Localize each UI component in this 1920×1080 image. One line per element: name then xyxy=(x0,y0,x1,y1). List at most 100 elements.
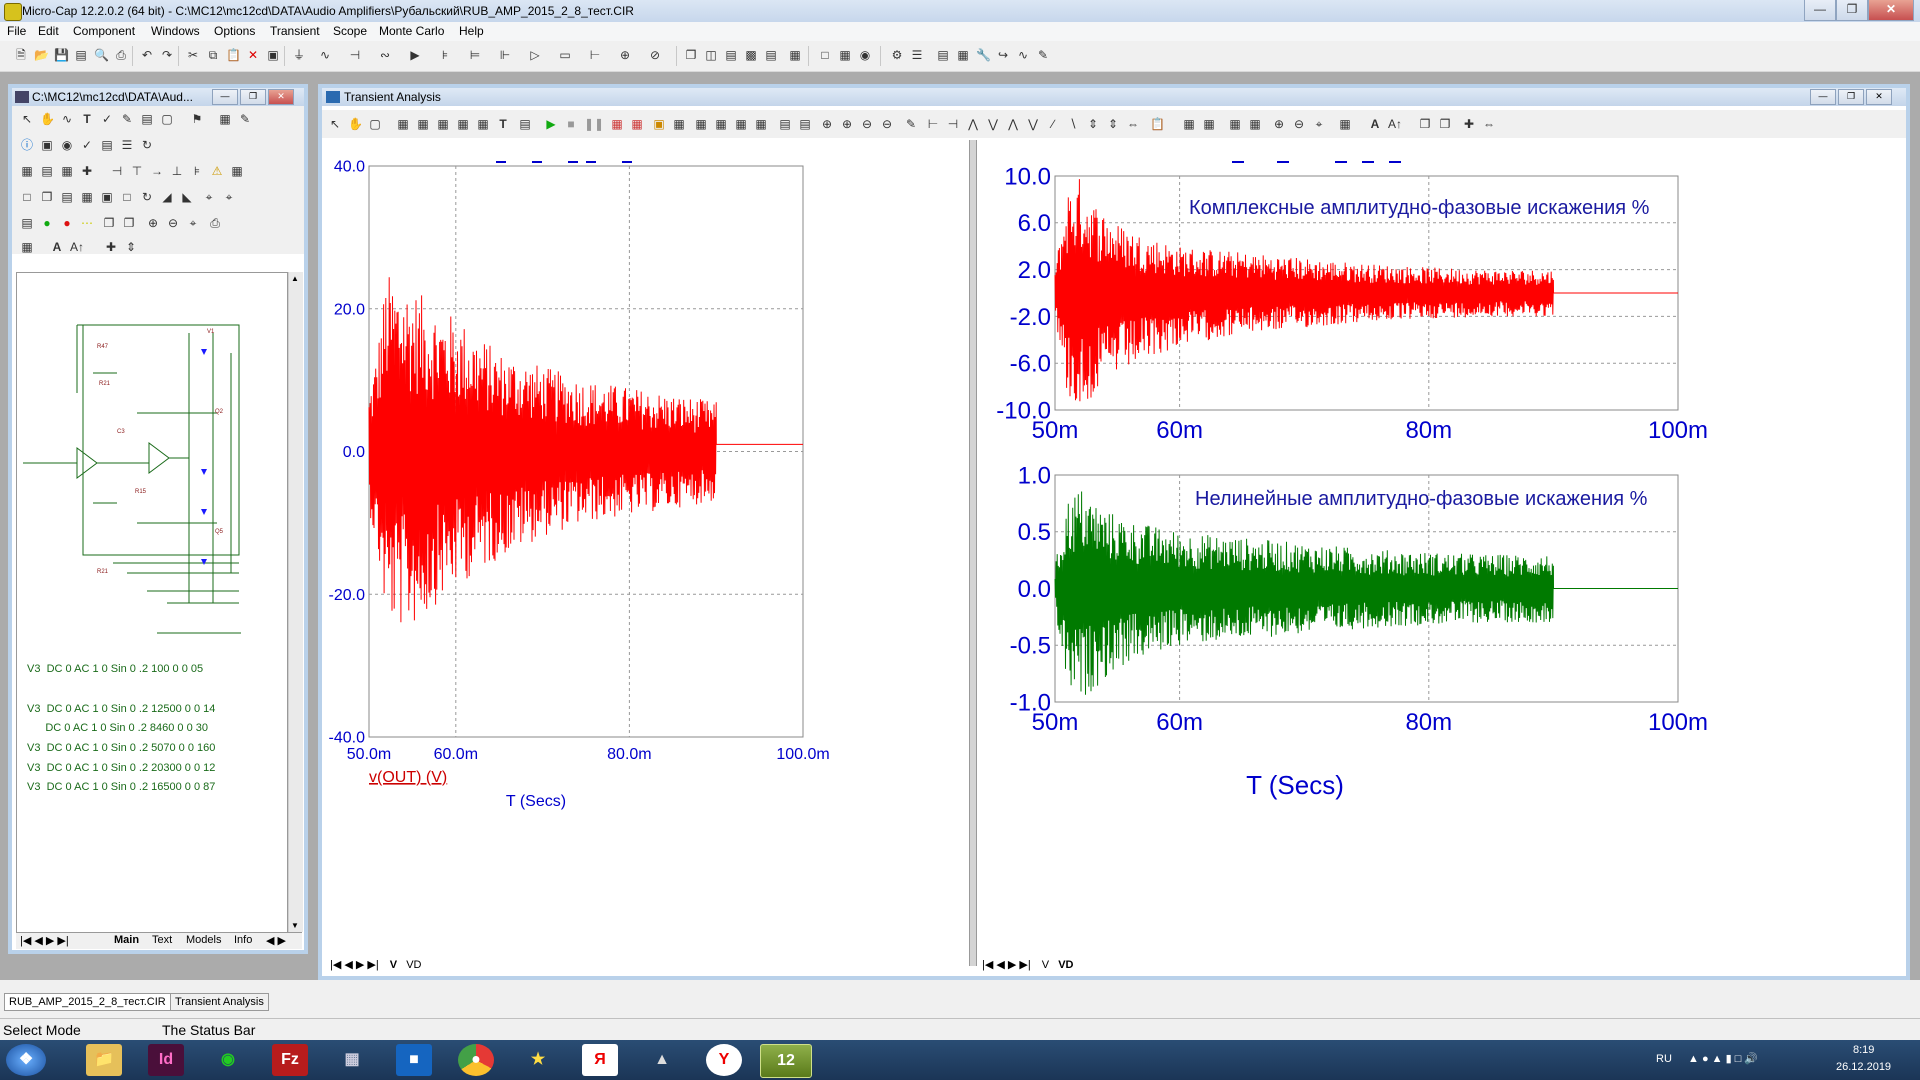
plot-distribute-icon[interactable]: ⇔ xyxy=(1482,117,1496,131)
app-green-taskbar-icon[interactable]: ◉ xyxy=(210,1044,246,1076)
high-icon[interactable]: ▦ xyxy=(754,117,768,131)
right-chart-svg[interactable]: 50m 60m 80m 100m10.06.02.0-2.0-6.0-10.0Комп… xyxy=(977,144,1902,946)
add-green-icon[interactable]: ● xyxy=(40,216,54,230)
clock-time[interactable]: 8:19 xyxy=(1853,1044,1874,1056)
schematic-close-button[interactable]: ✕ xyxy=(268,89,294,105)
select-arrow-icon[interactable]: ↖ xyxy=(20,112,34,126)
opamp-icon[interactable]: ▷ xyxy=(528,48,542,62)
pan-icon[interactable]: ✋ xyxy=(40,112,55,126)
page-new-icon[interactable]: □ xyxy=(20,190,34,204)
netlist-line-1[interactable]: V3 DC 0 AC 1 0 Sin 0 .2 100 0 0 05 xyxy=(27,663,203,675)
zoom-reset-icon[interactable]: ⊖ xyxy=(880,117,894,131)
scale-full-icon[interactable]: ▦ xyxy=(476,117,490,131)
color-palette-icon[interactable]: ▦ xyxy=(20,240,34,254)
condition-icon[interactable]: ⊧ xyxy=(190,164,204,178)
zoom-fit-icon[interactable]: ⌖ xyxy=(186,216,200,230)
zoom-region-icon[interactable]: ⊕ xyxy=(820,117,834,131)
battery-icon[interactable]: ⊧ xyxy=(438,48,452,62)
low-icon[interactable]: ▤ xyxy=(778,117,792,131)
draw-icon[interactable]: ✓ xyxy=(100,112,114,126)
cascade-icon[interactable]: ❐ xyxy=(684,48,698,62)
schematic-minimize-button[interactable]: — xyxy=(212,89,238,105)
scale-auto-icon[interactable]: ▦ xyxy=(456,117,470,131)
stop-red-icon[interactable]: ● xyxy=(60,216,74,230)
ground-icon[interactable]: ⏚ xyxy=(292,48,306,62)
tile-vertical-icon[interactable]: ◫ xyxy=(704,48,718,62)
global-icon[interactable]: ⇕ xyxy=(1086,117,1100,131)
cursor-right-icon[interactable]: ⊣ xyxy=(946,117,960,131)
new-icon[interactable]: 🗎 xyxy=(14,48,28,62)
tab-info[interactable]: Info xyxy=(234,934,252,946)
check-icon[interactable]: ✓ xyxy=(80,138,94,152)
analysis-limits-icon[interactable]: ▤ xyxy=(518,117,532,131)
plot-properties-icon[interactable]: ✎ xyxy=(904,117,918,131)
diode-icon[interactable]: ▶ xyxy=(408,48,422,62)
shapes-icon[interactable]: ▢ xyxy=(160,112,174,126)
table-icon[interactable]: ▦ xyxy=(218,112,232,126)
windows-icon[interactable]: ▩ xyxy=(744,48,758,62)
cut-icon[interactable]: ✂ xyxy=(186,48,200,62)
zoom-in-icon[interactable]: ⊕ xyxy=(146,216,160,230)
filezilla-taskbar-icon[interactable]: Fz xyxy=(272,1044,308,1076)
run-analysis-icon[interactable]: ▶ xyxy=(544,117,558,131)
clipboard-icon[interactable]: 📋 xyxy=(1150,117,1165,131)
data-points-icon[interactable]: ▦ xyxy=(1182,117,1196,131)
plot-font-size-icon[interactable]: A↑ xyxy=(1388,117,1402,131)
tab-scroll-icon[interactable]: ◀ ▶ xyxy=(266,934,286,947)
plot-paste-icon[interactable]: ❐ xyxy=(1438,117,1452,131)
right-pane-nav-icon[interactable]: |◀ ◀ ▶ ▶| xyxy=(982,959,1031,971)
stop-analysis-icon[interactable]: ■ xyxy=(564,117,578,131)
schematic-window[interactable]: C:\MC12\mc12cd\DATA\Aud... — ❐ ✕ ↖ ✋ ∿ T… xyxy=(8,84,308,954)
step-icon[interactable]: ▤ xyxy=(60,190,74,204)
minor-grid-icon[interactable]: ▦ xyxy=(1248,117,1262,131)
analysis-select-icon[interactable]: ↖ xyxy=(328,117,342,131)
grid-toggle-plot-icon[interactable]: ▦ xyxy=(1228,117,1242,131)
text-tool-icon[interactable]: T xyxy=(80,112,94,126)
bring-front-icon[interactable]: ❐ xyxy=(122,216,136,230)
transient-window-titlebar[interactable]: Transient Analysis — ❐ ✕ xyxy=(322,88,1906,106)
tokens-icon[interactable]: ▦ xyxy=(1202,117,1216,131)
find-next-icon[interactable]: ⌖ xyxy=(222,190,236,204)
run-icon[interactable]: ▤ xyxy=(20,216,34,230)
netlist-line-4[interactable]: V3 DC 0 AC 1 0 Sin 0 .2 5070 0 0 160 xyxy=(27,742,215,754)
resistor-icon[interactable]: ∿ xyxy=(318,48,332,62)
valley-cursor-icon[interactable]: ⋁ xyxy=(986,117,1000,131)
alien-taskbar-icon[interactable]: ▲ xyxy=(644,1044,680,1076)
print-schematic-icon[interactable]: ⎙ xyxy=(208,216,222,230)
open-icon[interactable]: 📂 xyxy=(34,48,49,62)
find-icon[interactable]: ⌖ xyxy=(202,190,216,204)
probe-icon[interactable]: ↪ xyxy=(996,48,1010,62)
inflection-icon[interactable]: ▤ xyxy=(798,117,812,131)
slope-icon[interactable]: ∕ xyxy=(1046,117,1060,131)
grid-dots-icon[interactable]: ▦ xyxy=(230,164,244,178)
peak-cursor-icon[interactable]: ⋀ xyxy=(966,117,980,131)
select-all-icon[interactable]: ▣ xyxy=(266,48,280,62)
left-plot-pane[interactable]: 50.0m 60.0m 80.0m 100.0m 40.0 20.0 0.0 -20.0 -40… xyxy=(326,144,966,946)
distribute-icon[interactable]: ⇕ xyxy=(124,240,138,254)
font-size-icon[interactable]: A↑ xyxy=(70,240,84,254)
plot-align-icon[interactable]: ✚ xyxy=(1462,117,1476,131)
tools-icon[interactable]: ⚙ xyxy=(890,48,904,62)
yandex-browser-taskbar-icon[interactable]: Y xyxy=(706,1044,742,1076)
calculator-taskbar-icon[interactable]: ▦ xyxy=(334,1044,370,1076)
valley-icon[interactable]: ▦ xyxy=(734,117,748,131)
current-icon[interactable]: → xyxy=(150,164,164,178)
schematic-window-titlebar[interactable]: C:\MC12\mc12cd\DATA\Aud... — ❐ ✕ xyxy=(12,88,304,106)
menu-scope[interactable]: Scope xyxy=(333,24,367,38)
rotate-icon[interactable]: ↻ xyxy=(140,190,154,204)
clock-date[interactable]: 26.12.2019 xyxy=(1836,1061,1891,1073)
undo-icon[interactable]: ↶ xyxy=(140,48,154,62)
netlist-line-6[interactable]: V3 DC 0 AC 1 0 Sin 0 .2 16500 0 0 87 xyxy=(27,781,215,793)
left-pane-tab-vd[interactable]: VD xyxy=(406,959,421,971)
analysis-pan-icon[interactable]: ✋ xyxy=(348,117,363,131)
print-icon[interactable]: ⎙ xyxy=(114,48,128,62)
flip-y-icon[interactable]: ◣ xyxy=(180,190,194,204)
cursor-mode-icon[interactable]: ▦ xyxy=(694,117,708,131)
transient-close-button[interactable]: ✕ xyxy=(1866,89,1892,105)
square-icon[interactable]: □ xyxy=(120,190,134,204)
flip-x-icon[interactable]: ◢ xyxy=(160,190,174,204)
scale-y-icon[interactable]: ▦ xyxy=(416,117,430,131)
netlist-line-3[interactable]: DC 0 AC 1 0 Sin 0 .2 8460 0 0 30 xyxy=(27,722,208,734)
watch-icon[interactable]: ▦ xyxy=(672,117,686,131)
arrange-icon[interactable]: ❐ xyxy=(102,216,116,230)
